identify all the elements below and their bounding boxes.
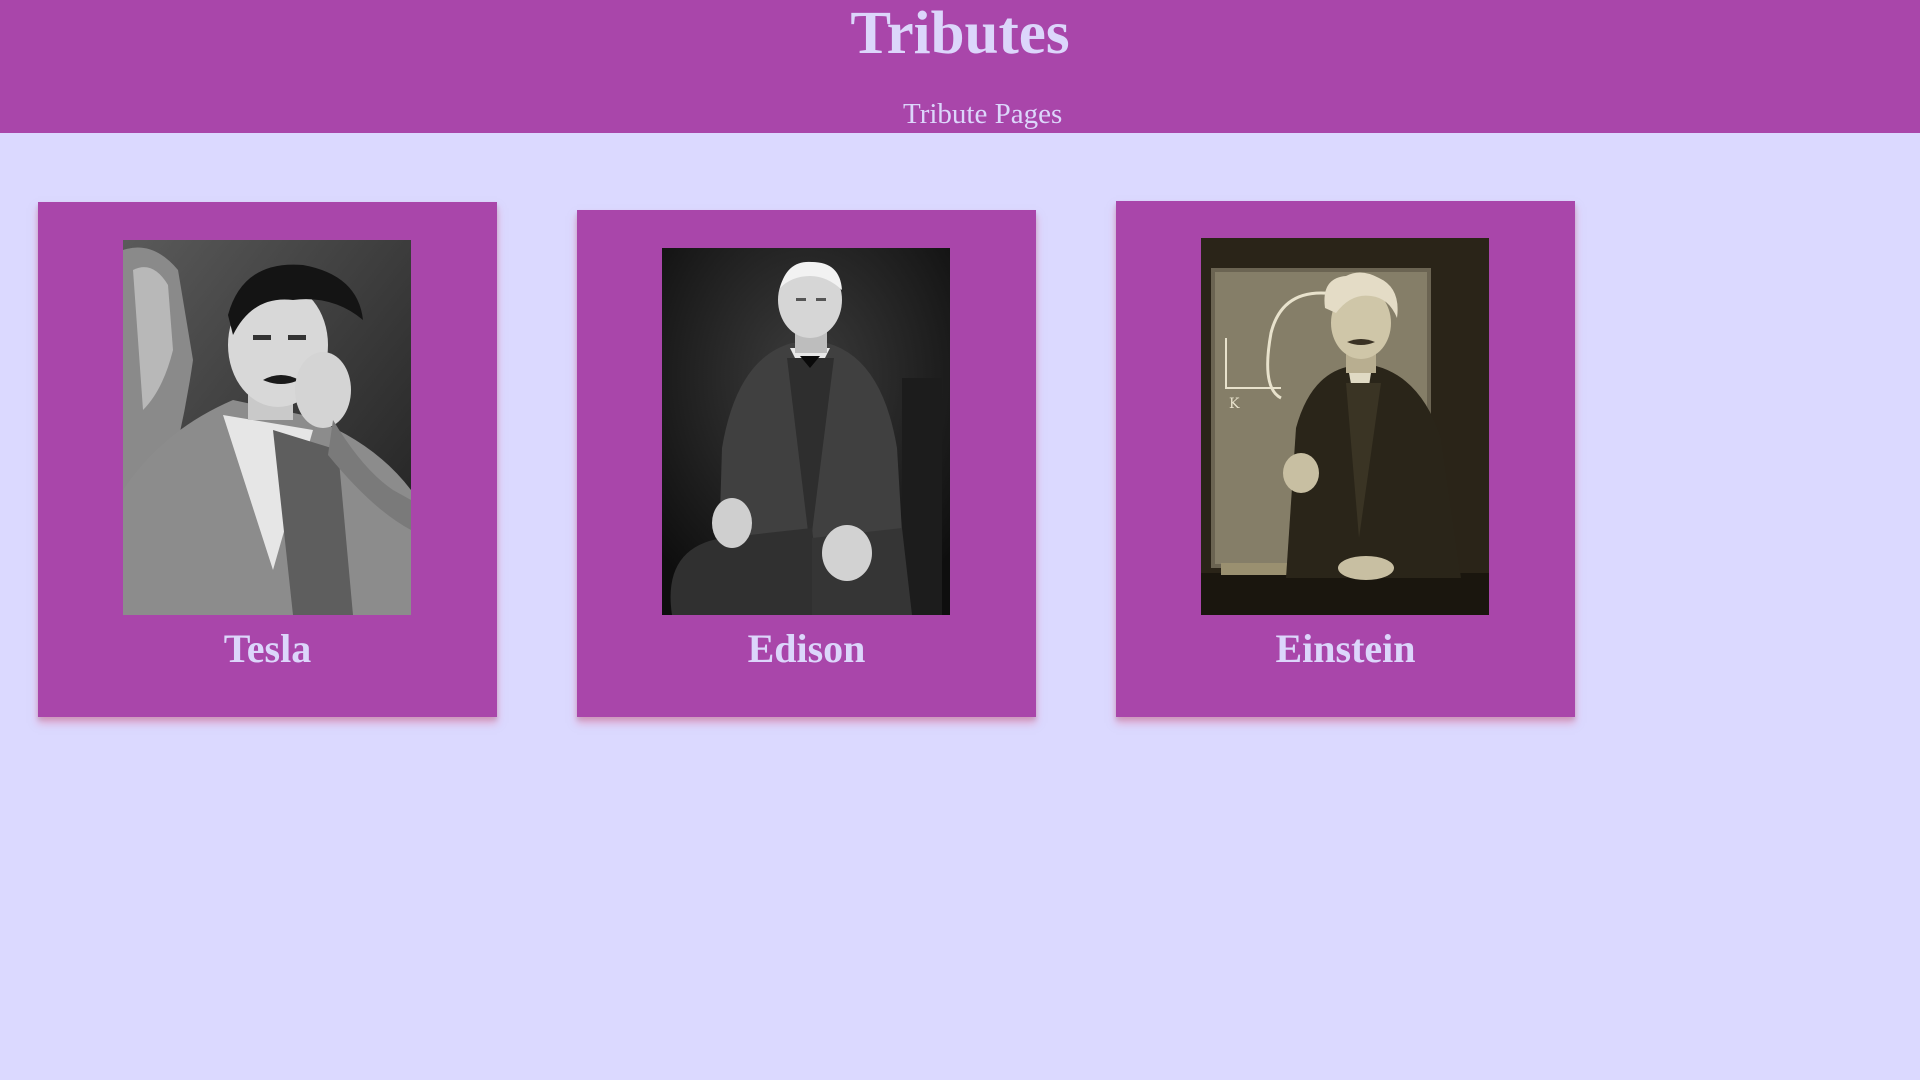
site-subtitle: Tribute Pages	[903, 98, 1063, 130]
site-title: Tributes	[850, 0, 1070, 67]
tribute-card-edison[interactable]: Edison	[577, 210, 1036, 717]
site-header: Tributes Tribute Pages	[0, 0, 1920, 133]
portrait-photo-edison[interactable]	[662, 248, 950, 615]
card-name-tesla: Tesla	[223, 626, 312, 671]
card-name-einstein: Einstein	[1275, 626, 1416, 671]
portrait-photo-einstein[interactable]: K	[1201, 238, 1489, 615]
portrait-photo-tesla[interactable]	[123, 240, 411, 615]
svg-text:K: K	[1229, 396, 1240, 412]
tribute-card-tesla[interactable]: Tesla	[38, 202, 497, 717]
card-name-edison: Edison	[747, 626, 866, 671]
tribute-card-einstein[interactable]: K Einstein	[1116, 201, 1575, 717]
